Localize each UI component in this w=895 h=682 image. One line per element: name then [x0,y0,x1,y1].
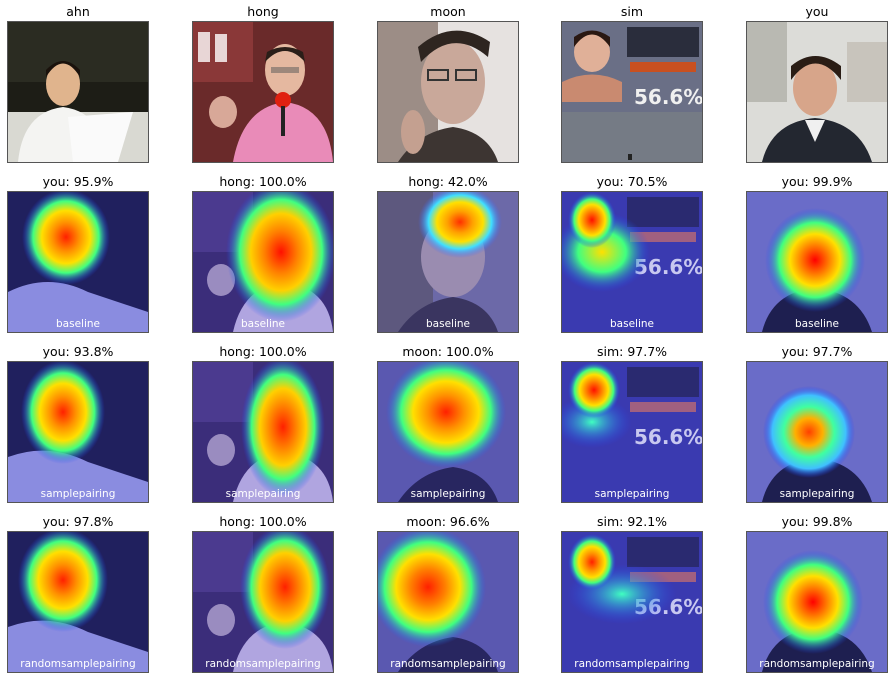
heatmap-hong [193,192,333,332]
face-image-moon [377,21,519,163]
heatmap-image: baseline [192,191,334,333]
heatmap-hong [193,362,333,502]
heatmap-you [747,192,887,332]
method-tag: baseline [426,318,470,330]
heatmap-sim: 56.6% [562,362,702,502]
heatmap-ahn [8,192,148,332]
method-tag: samplepairing [594,488,670,500]
face-image-sim: 56.6% [561,21,703,163]
heatmap-image: randomsamplepairing [7,531,149,673]
heatmap-image: baseline [7,191,149,333]
heatmap-image: samplepairing [377,361,519,503]
method-tag: randomsamplepairing [205,658,321,670]
cell-title: you [805,4,829,19]
heatmap-ahn [8,532,148,672]
heatmap-image: baseline [377,191,519,333]
sim-percent-text: 56.6% [634,85,702,109]
heatmap-hong [193,532,333,672]
photo-sim: 56.6% [562,22,702,162]
cell-title: sim [620,4,644,19]
cell-title: you: 99.8% [781,514,853,529]
heatmap-you [747,362,887,502]
heatmap-image: 56.6% baseline [561,191,703,333]
method-tag: baseline [795,318,839,330]
face-image-you [746,21,888,163]
heatmap-image: samplepairing [7,361,149,503]
heatmap-image: 56.6% samplepairing [561,361,703,503]
method-tag: baseline [610,318,654,330]
method-tag: randomsamplepairing [20,658,136,670]
method-tag: samplepairing [40,488,116,500]
cell-title: sim: 97.7% [596,344,668,359]
method-tag: samplepairing [225,488,301,500]
face-image-hong [192,21,334,163]
heatmap-ahn [8,362,148,502]
cell-title: sim: 92.1% [596,514,668,529]
method-tag: samplepairing [410,488,486,500]
cell-title: you: 93.8% [42,344,114,359]
cell-title: hong: 100.0% [219,344,307,359]
cell-title: hong: 100.0% [219,514,307,529]
cell-title: ahn [66,4,90,19]
cell-title: moon: 96.6% [406,514,490,529]
heatmap-image: randomsamplepairing [746,531,888,673]
photo-ahn [8,22,148,162]
method-tag: baseline [241,318,285,330]
heatmap-image: randomsamplepairing [377,531,519,673]
cell-title: hong: 100.0% [219,174,307,189]
face-image-ahn [7,21,149,163]
heatmap-moon [378,532,518,672]
heatmap-image: baseline [746,191,888,333]
photo-moon [378,22,518,162]
cell-title: hong: 42.0% [408,174,488,189]
cell-title: you: 97.8% [42,514,114,529]
sim-percent-text: 56.6% [634,425,702,449]
photo-hong [193,22,333,162]
heatmap-sim: 56.6% [562,192,702,332]
heatmap-moon [378,192,518,332]
photo-you [747,22,887,162]
heatmap-image: 56.6% randomsamplepairing [561,531,703,673]
method-tag: samplepairing [779,488,855,500]
cell-title: you: 97.7% [781,344,853,359]
heatmap-you [747,532,887,672]
heatmap-sim: 56.6% [562,532,702,672]
heatmap-moon [378,362,518,502]
heatmap-image: samplepairing [746,361,888,503]
cell-title: you: 70.5% [596,174,668,189]
method-tag: randomsamplepairing [390,658,506,670]
cell-title: hong [247,4,279,19]
method-tag: randomsamplepairing [759,658,875,670]
gradcam-figure-grid: ahn hong moon sim 56.6% you you: 95.9% b… [0,0,895,682]
method-tag: randomsamplepairing [574,658,690,670]
cell-title: you: 95.9% [42,174,114,189]
cell-title: moon: 100.0% [402,344,494,359]
cell-title: you: 99.9% [781,174,853,189]
cell-title: moon [430,4,466,19]
method-tag: baseline [56,318,100,330]
heatmap-image: samplepairing [192,361,334,503]
heatmap-image: randomsamplepairing [192,531,334,673]
